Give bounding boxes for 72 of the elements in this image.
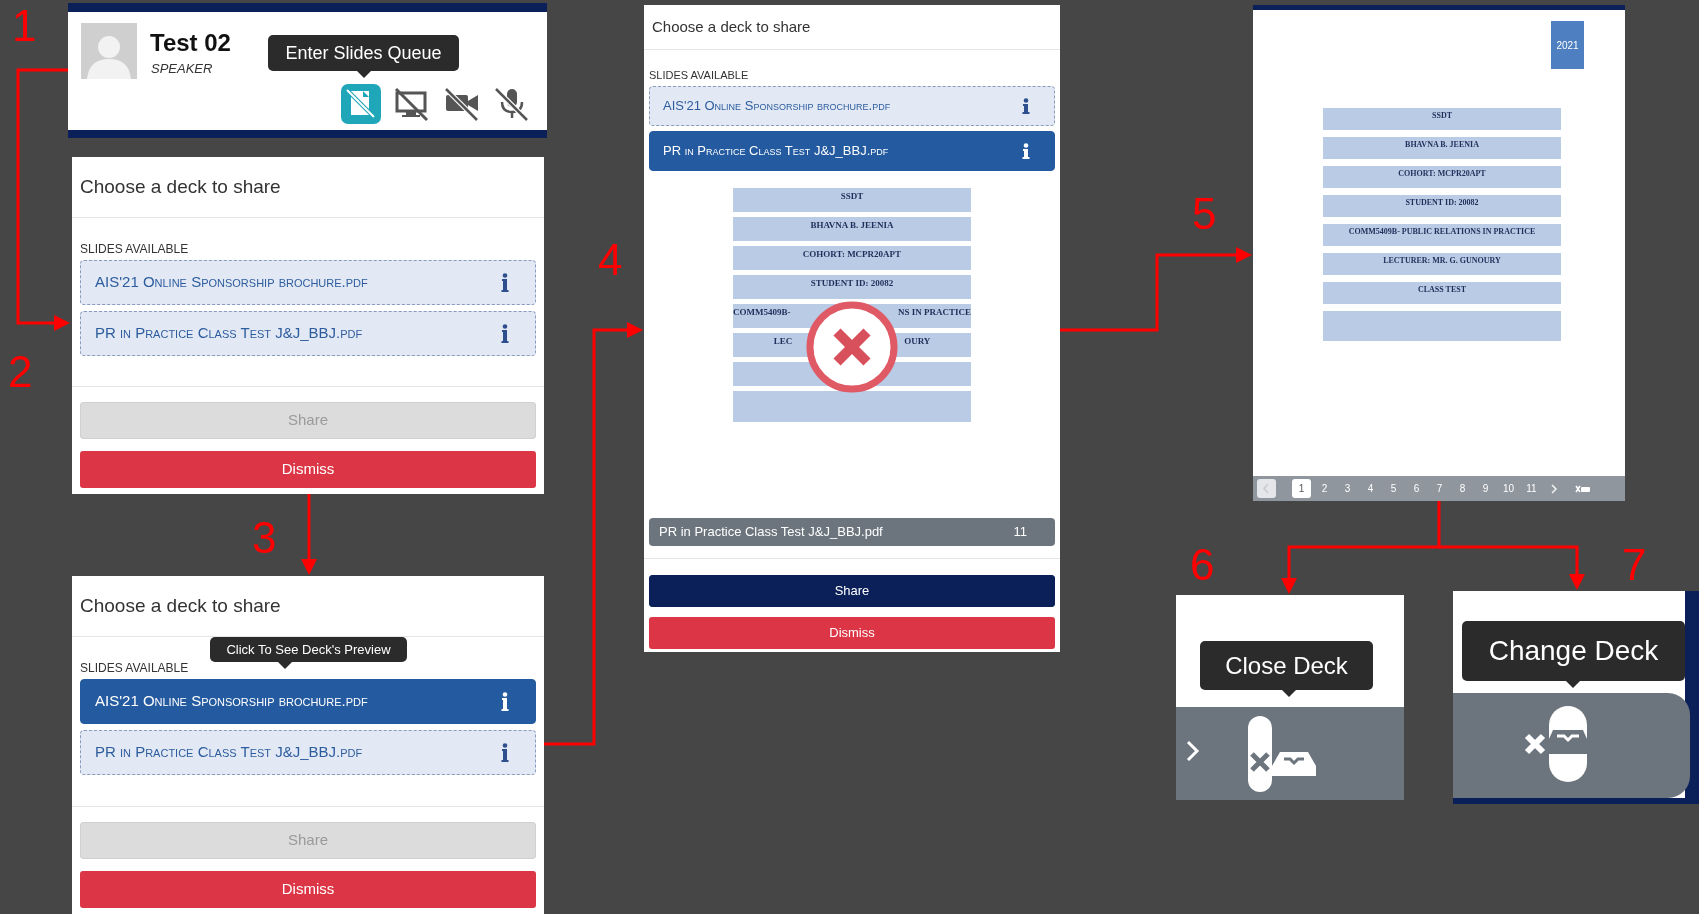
slide-text-row: STUDENT ID: 20082 <box>1323 195 1561 217</box>
info-icon[interactable] <box>1022 143 1030 159</box>
info-icon[interactable] <box>501 743 509 762</box>
dialog-title: Choose a deck to share <box>80 593 281 618</box>
page-number[interactable]: 11 <box>1520 481 1543 496</box>
info-icon[interactable] <box>501 273 509 292</box>
step-number: 4 <box>598 238 623 282</box>
slide-text: COMM5409B- <box>733 306 791 319</box>
page-number[interactable]: 7 <box>1428 481 1451 496</box>
page-number[interactable]: 5 <box>1382 481 1405 496</box>
slide-text-row: COHORT: MCPR20APT <box>733 246 971 270</box>
info-icon[interactable] <box>501 324 509 343</box>
slides-off-icon[interactable] <box>341 84 381 124</box>
slide-text-row: COHORT: MCPR20APT <box>1323 166 1561 188</box>
speaker-role: SPEAKER <box>151 60 213 78</box>
section-label: SLIDES AVAILABLE <box>80 241 189 258</box>
deck-item[interactable]: PR in Practice Class Test J&J_BBJ.pdf <box>80 311 536 356</box>
avatar-placeholder <box>81 23 137 79</box>
share-button[interactable]: Share <box>649 575 1055 607</box>
page-number[interactable]: 9 <box>1474 481 1497 496</box>
slide-text-row: BHAVNA B. JEENIA <box>1323 137 1561 159</box>
dismiss-button[interactable]: Dismiss <box>649 617 1055 649</box>
dialog-title: Choose a deck to share <box>80 174 281 199</box>
slide-text: NS IN PRACTICE <box>898 306 971 319</box>
slide-text-row: COMM5409B- PUBLIC RELATIONS IN PRACTICE <box>1323 224 1561 246</box>
info-icon[interactable] <box>1022 98 1030 114</box>
next-page-button[interactable] <box>1549 482 1559 495</box>
step-number: 3 <box>252 516 277 560</box>
deck-item[interactable]: AIS'21 Online Sponsorship brochure.pdf <box>80 260 536 305</box>
slide-text-row: SSDT <box>1323 108 1561 130</box>
dialog-title: Choose a deck to share <box>652 16 811 37</box>
slide-text: OURY <box>904 335 931 348</box>
slide-text-row: LECTURER: MR. G. GUNOURY <box>1323 253 1561 275</box>
slide-text-row: CLASS TEST <box>1323 282 1561 304</box>
step-number: 5 <box>1192 192 1217 236</box>
speaker-name: Test 02 <box>150 28 231 58</box>
deck-item[interactable]: PR in Practice Class Test J&J_BBJ.pdf <box>80 730 536 775</box>
close-deck-icon[interactable] <box>1575 483 1591 494</box>
page-number[interactable]: 4 <box>1359 481 1382 496</box>
file-name: PR in Practice Class Test J&J_BBJ.pdf <box>659 523 883 542</box>
tooltip: Click To See Deck's Preview <box>210 637 407 662</box>
dismiss-button[interactable]: Dismiss <box>80 871 536 908</box>
page-number[interactable]: 1 <box>1292 479 1311 498</box>
deck-item[interactable]: PR in Practice Class Test J&J_BBJ.pdf <box>649 131 1055 171</box>
deck-item[interactable]: AIS'21 Online Sponsorship brochure.pdf <box>649 86 1055 126</box>
tooltip-pointer <box>1566 681 1580 688</box>
page-count: 11 <box>1013 523 1027 542</box>
deck-item[interactable]: AIS'21 Online Sponsorship brochure.pdf <box>80 679 536 724</box>
slide-text-row: BHAVNA B. JEENIA <box>733 217 971 241</box>
slide-text-row: SSDT <box>733 188 971 212</box>
dismiss-button[interactable]: Dismiss <box>80 451 536 488</box>
step-number: 7 <box>1622 543 1647 587</box>
tooltip-pointer <box>1282 690 1296 697</box>
tooltip: Enter Slides Queue <box>268 35 459 71</box>
page-number[interactable]: 10 <box>1497 481 1520 496</box>
slide-text: LEC <box>773 335 793 348</box>
year-tag: 2021 <box>1551 21 1584 69</box>
info-icon[interactable] <box>501 692 509 711</box>
page-number[interactable]: 3 <box>1336 481 1359 496</box>
tooltip: Change Deck <box>1462 621 1685 681</box>
page-number[interactable]: 6 <box>1405 481 1428 496</box>
step-number: 6 <box>1190 543 1215 587</box>
section-label: SLIDES AVAILABLE <box>649 68 749 83</box>
page-number[interactable]: 8 <box>1451 481 1474 496</box>
chevron-right-icon[interactable] <box>1186 740 1200 762</box>
page-number[interactable]: 2 <box>1313 481 1336 496</box>
step-number: 1 <box>12 4 37 48</box>
tooltip-pointer <box>278 662 292 669</box>
tooltip: Close Deck <box>1200 641 1373 690</box>
step-number: 2 <box>8 350 33 394</box>
section-label: SLIDES AVAILABLE <box>80 660 189 677</box>
slide-text-row: STUDENT ID: 20082 <box>733 275 971 299</box>
